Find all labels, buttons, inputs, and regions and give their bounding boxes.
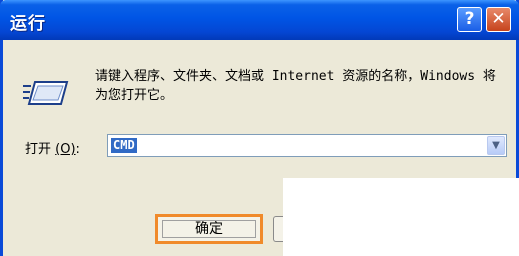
dropdown-arrow-icon[interactable]: ▼ — [487, 136, 505, 155]
open-label-accelerator: (O) — [55, 142, 76, 157]
white-cover-overlay — [283, 178, 519, 256]
open-label-colon: : — [75, 142, 80, 157]
open-label: 打开 (O): — [25, 138, 80, 157]
run-icon — [23, 81, 69, 105]
window-title: 运行 — [10, 14, 46, 34]
close-button[interactable]: ✕ — [486, 7, 511, 32]
focus-rect — [162, 220, 256, 238]
open-combobox[interactable]: CMD ▼ — [107, 134, 507, 157]
open-input-value[interactable]: CMD — [111, 138, 137, 153]
open-label-text: 打开 — [25, 142, 52, 157]
title-bar[interactable]: 运行 ? ✕ — [0, 0, 519, 40]
help-button[interactable]: ? — [457, 7, 482, 32]
dialog-description: 请键入程序、文件夹、文档或 Internet 资源的名称，Windows 将为您… — [95, 69, 496, 103]
run-dialog: 运行 ? ✕ 请键入程序、文件夹、文档或 Internet 资源的名称，Wind… — [0, 0, 519, 256]
ok-button[interactable]: 确定 — [155, 214, 263, 244]
